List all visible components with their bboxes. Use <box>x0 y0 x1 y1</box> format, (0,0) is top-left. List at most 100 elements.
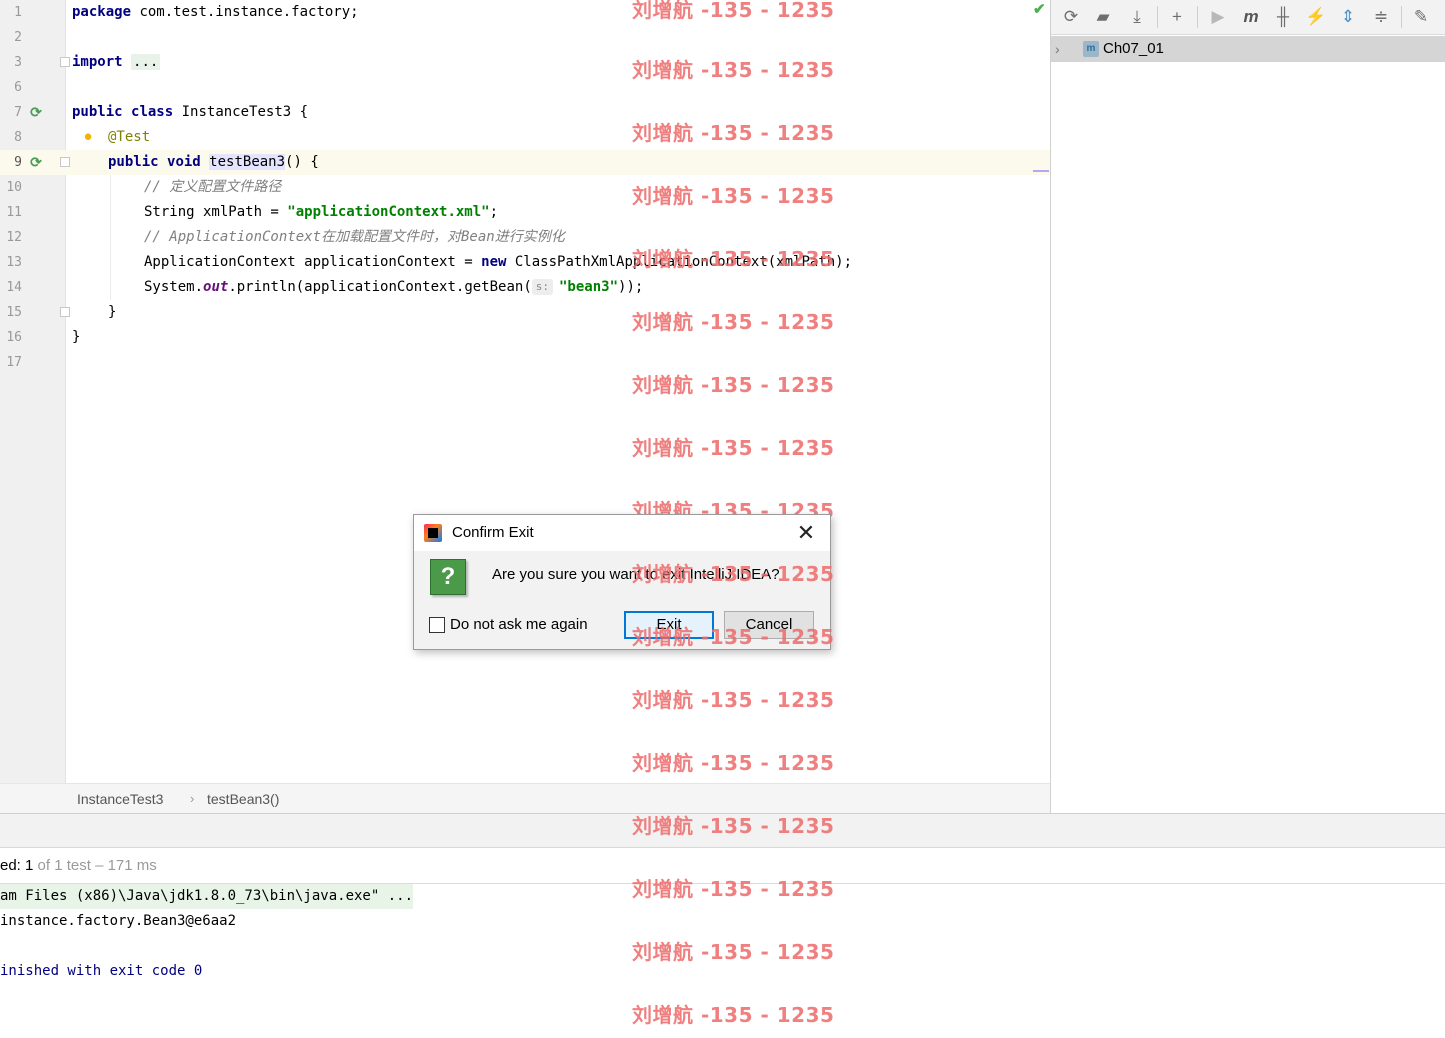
code-line[interactable]: 2 <box>0 25 1050 50</box>
fold-marker[interactable] <box>60 307 70 317</box>
line-number: 10 <box>6 180 22 195</box>
wrench-icon[interactable]: ✎ <box>1409 5 1433 29</box>
line-content: } <box>108 300 116 325</box>
console-exit-line: inished with exit code 0 <box>0 963 203 979</box>
line-number: 16 <box>6 330 22 345</box>
keyword: public <box>108 154 159 170</box>
line-number: 3 <box>14 55 22 70</box>
inspection-ok-icon[interactable]: ✔ <box>1033 0 1046 18</box>
fold-marker[interactable] <box>60 157 70 167</box>
intellij-app-icon <box>424 524 442 542</box>
tree-item-project[interactable]: › m Ch07_01 <box>1051 36 1445 62</box>
expand-arrow-icon[interactable]: › <box>1055 36 1060 62</box>
collapse-all-icon[interactable]: ≑ <box>1369 5 1393 29</box>
code-line[interactable]: 8 ● @Test <box>0 125 1050 150</box>
comment: // ApplicationContext在加载配置文件时，对Bean进行实例化 <box>144 229 565 245</box>
breadcrumb-method[interactable]: testBean3() <box>207 784 279 814</box>
line-content: } <box>72 325 80 350</box>
code-line[interactable]: 12 // ApplicationContext在加载配置文件时，对Bean进行… <box>0 225 1050 250</box>
do-not-ask-checkbox[interactable] <box>429 617 445 633</box>
line-number: 15 <box>6 305 22 320</box>
run-test-icon[interactable]: ⟳ <box>28 104 44 120</box>
refresh-icon[interactable]: ⟳ <box>1059 5 1083 29</box>
annotation: @Test <box>108 129 151 145</box>
keyword: new <box>481 254 507 270</box>
call-end: )); <box>618 279 644 295</box>
maven-m-icon[interactable]: m <box>1239 5 1263 29</box>
line-content: System.out.println(applicationContext.ge… <box>144 275 643 300</box>
parameter-hint: s: <box>531 279 553 295</box>
folded-imports[interactable]: ... <box>131 54 161 70</box>
run-icon[interactable]: ▶ <box>1206 5 1230 29</box>
run-toolbar <box>0 813 1445 848</box>
dialog-message: Are you sure you want to exit IntelliJ I… <box>492 566 780 583</box>
line-number: 2 <box>14 30 22 45</box>
run-test-icon[interactable]: ⟳ <box>28 154 44 170</box>
dialog-title-bar[interactable]: Confirm Exit ✕ <box>414 515 830 551</box>
closing-brace: } <box>108 304 117 320</box>
add-icon[interactable]: + <box>1165 5 1189 29</box>
line-number: 9 <box>14 155 22 170</box>
method-name: testBean3 <box>209 154 286 170</box>
tree-item-label: Ch07_01 <box>1103 40 1164 57</box>
code-line[interactable]: 3 import ... <box>0 50 1050 75</box>
comment: // 定义配置文件路径 <box>144 179 282 195</box>
code-line[interactable]: 10 // 定义配置文件路径 <box>0 175 1050 200</box>
lightbulb-icon[interactable]: ● <box>80 129 96 145</box>
line-content: String xmlPath = "applicationContext.xml… <box>144 200 498 225</box>
exit-button[interactable]: Exit <box>624 611 714 639</box>
string-literal: "bean3" <box>559 279 619 295</box>
package-name: com.test.instance.factory; <box>131 4 359 20</box>
keyword: void <box>167 154 201 170</box>
line-content: @Test <box>108 125 150 150</box>
keyword: class <box>131 104 174 120</box>
line-number: 1 <box>14 5 22 20</box>
code-line[interactable]: 15 } <box>0 300 1050 325</box>
expand-all-icon[interactable]: ⇕ <box>1336 5 1360 29</box>
code-line[interactable]: 16 } <box>0 325 1050 350</box>
toggle-offline-icon[interactable]: ╫ <box>1271 5 1295 29</box>
code-line[interactable]: 13 ApplicationContext applicationContext… <box>0 250 1050 275</box>
dialog-title: Confirm Exit <box>452 524 534 541</box>
line-content: import ... <box>72 50 161 75</box>
keyword: package <box>72 4 132 20</box>
question-icon: ? <box>430 559 466 595</box>
line-content: public void testBean3() { <box>108 150 319 175</box>
code-line[interactable]: 7 ⟳ public class InstanceTest3 { <box>0 100 1050 125</box>
code-line-current[interactable]: 9 ⟳ public void testBean3() { <box>0 150 1050 175</box>
maven-module-icon: m <box>1083 41 1099 57</box>
code-line[interactable]: 17 <box>0 350 1050 375</box>
console-command-line[interactable]: am Files (x86)\Java\jdk1.8.0_73\bin\java… <box>0 884 414 909</box>
closing-brace: } <box>72 329 81 345</box>
code-line[interactable]: 6 <box>0 75 1050 100</box>
keyword: import <box>72 54 123 70</box>
line-number: 11 <box>6 205 22 220</box>
breadcrumb-class[interactable]: InstanceTest3 <box>77 784 163 814</box>
console-output[interactable]: am Files (x86)\Java\jdk1.8.0_73\bin\java… <box>0 884 1445 1038</box>
line-content: // 定义配置文件路径 <box>144 175 281 200</box>
code-line[interactable]: 11 String xmlPath = "applicationContext.… <box>0 200 1050 225</box>
sysout-prefix: System. <box>144 279 204 295</box>
line-content: // ApplicationContext在加载配置文件时，对Bean进行实例化 <box>144 225 565 250</box>
scrollbar-marker[interactable] <box>1033 170 1049 172</box>
toolbar-separator <box>1401 6 1402 28</box>
line-number: 13 <box>6 255 22 270</box>
line-content: package com.test.instance.factory; <box>72 0 359 25</box>
maven-tool-window: ⟳ ▰ ⤓ + ▶ m ╫ ⚡ ⇕ ≑ ✎ › m Ch07_01 <box>1050 0 1445 813</box>
lightning-icon[interactable]: ⚡ <box>1304 5 1328 29</box>
static-field: out <box>203 279 229 295</box>
code-editor[interactable]: 1 package com.test.instance.factory; 2 3… <box>0 0 1050 783</box>
breadcrumb-separator: › <box>190 791 195 806</box>
code-line[interactable]: 1 package com.test.instance.factory; <box>0 0 1050 25</box>
keyword: public <box>72 104 123 120</box>
do-not-ask-label[interactable]: Do not ask me again <box>450 613 588 637</box>
folder-generate-icon[interactable]: ▰ <box>1091 5 1115 29</box>
code-line[interactable]: 14 System.out.println(applicationContext… <box>0 275 1050 300</box>
fold-marker[interactable] <box>60 57 70 67</box>
variable-declaration: String xmlPath = <box>144 204 288 220</box>
download-icon[interactable]: ⤓ <box>1125 5 1149 29</box>
cancel-button[interactable]: Cancel <box>724 611 814 639</box>
line-number: 8 <box>14 130 22 145</box>
close-icon[interactable]: ✕ <box>792 519 820 547</box>
line-number: 12 <box>6 230 22 245</box>
